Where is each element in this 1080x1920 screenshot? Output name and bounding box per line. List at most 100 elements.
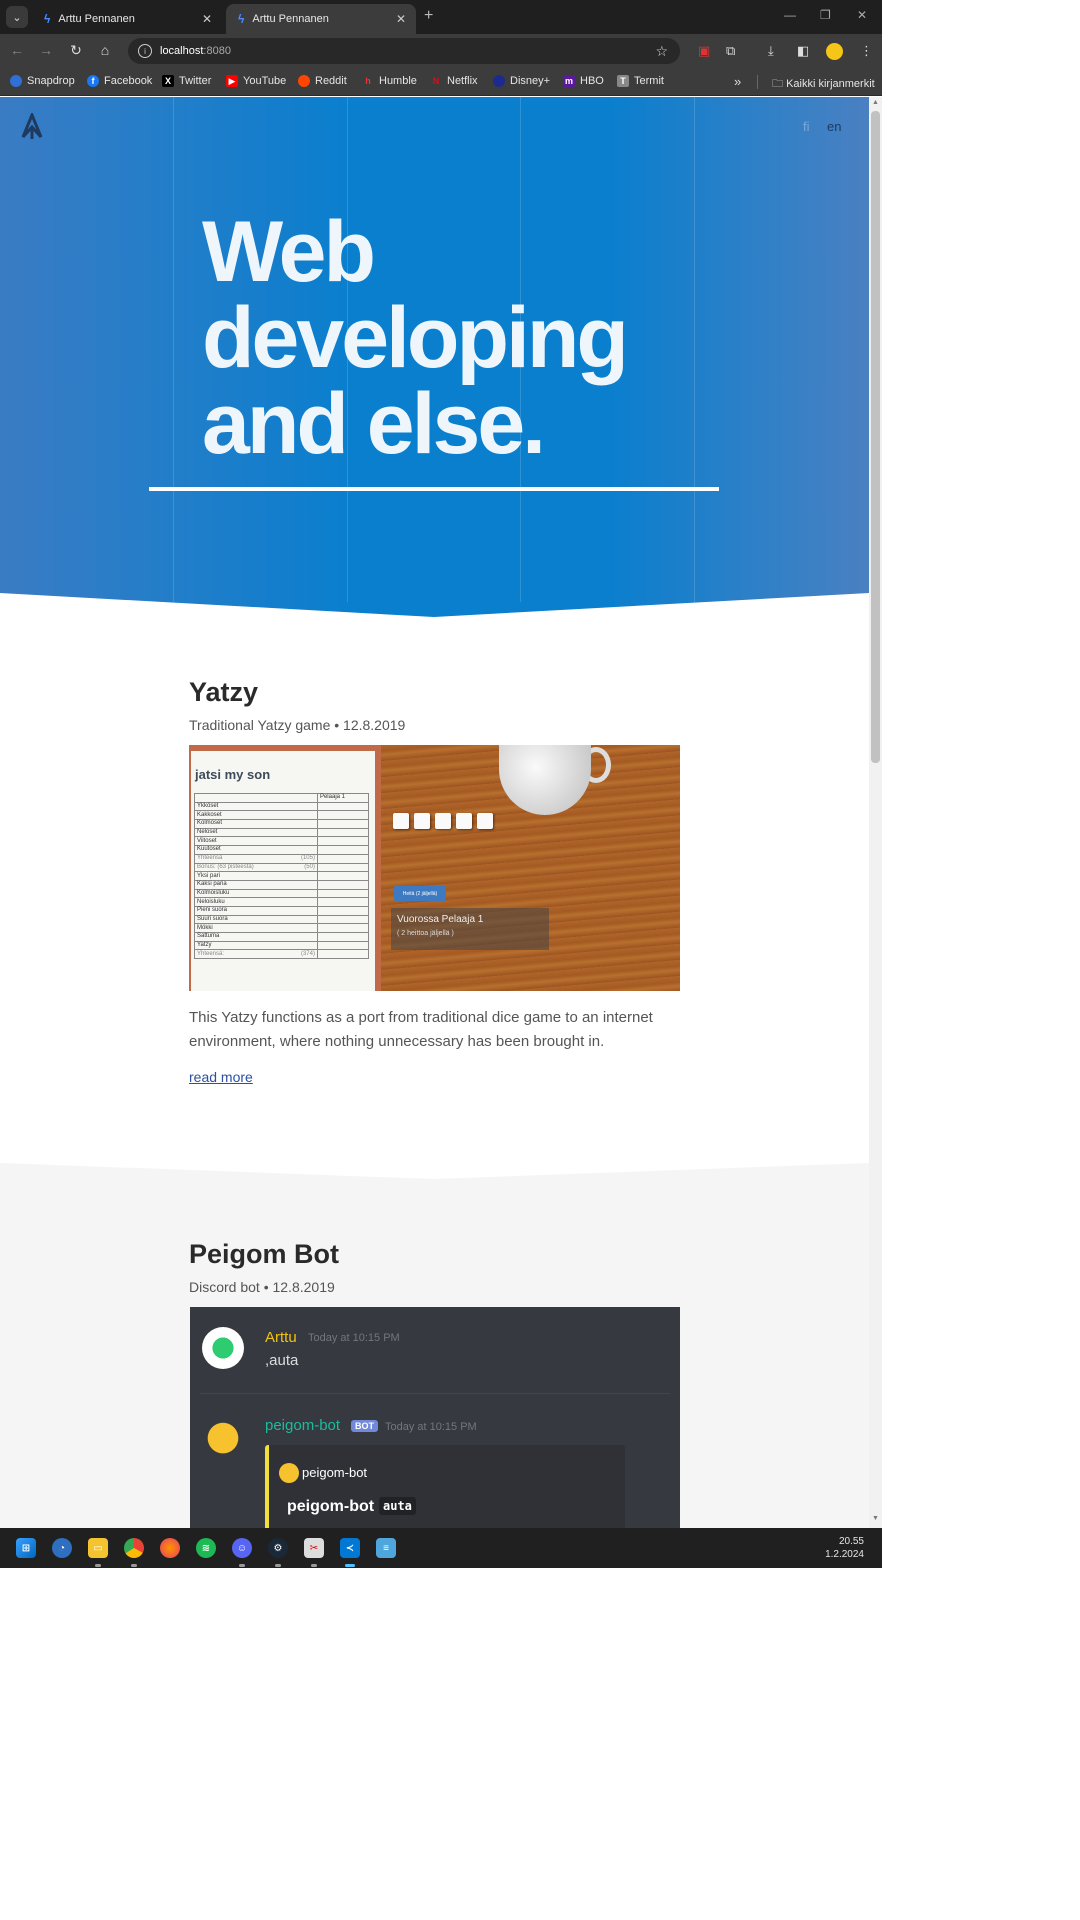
die[interactable] (456, 813, 472, 829)
bookmark-termit[interactable]: T Termit (617, 75, 664, 87)
download-icon[interactable]: ⤓ (768, 43, 774, 59)
close-tab-icon[interactable]: ✕ (396, 12, 406, 26)
score-row-label: Ykköset (194, 801, 318, 812)
file-explorer-icon[interactable]: ▭ (88, 1538, 108, 1558)
outlook-icon[interactable]: ◔ (52, 1538, 72, 1558)
score-row-label: Kuutoset (194, 845, 318, 855)
score-cell[interactable] (316, 888, 370, 899)
score-row-label: Pieni suora (194, 905, 318, 916)
bookmark-youtube[interactable]: ▶ YouTube (226, 75, 286, 87)
system-clock[interactable]: 20.55 1.2.2024 (825, 1535, 864, 1561)
browser-tab-1[interactable]: ϟ Arttu Pennanen ✕ (32, 4, 222, 34)
score-row-label: Yatzy (194, 940, 318, 951)
site-info-icon[interactable]: i (138, 44, 152, 58)
score-cell[interactable] (316, 940, 370, 951)
page-scrollbar[interactable]: ▲ ▼ (869, 97, 882, 1528)
discord-screenshot[interactable]: Arttu Today at 10:15 PM ,auta peigom-bot… (190, 1307, 680, 1528)
bookmark-disney[interactable]: Disney+ (493, 75, 550, 87)
scroll-down-icon[interactable]: ▼ (872, 1515, 879, 1522)
address-bar[interactable]: i localhost:8080 ☆ (128, 38, 680, 64)
menu-icon[interactable]: ⋮ (860, 43, 873, 59)
browser-tab-2[interactable]: ϟ Arttu Pennanen ✕ (226, 4, 416, 34)
bookmark-reddit[interactable]: Reddit (298, 75, 347, 87)
profile-avatar[interactable] (826, 43, 843, 60)
notepad-icon[interactable]: ≡ (376, 1538, 396, 1558)
score-row: Ykköset (194, 801, 370, 812)
score-cell[interactable] (316, 819, 370, 829)
read-more-link[interactable]: read more (189, 1069, 253, 1085)
scroll-up-icon[interactable]: ▲ (872, 99, 879, 106)
score-cell[interactable] (316, 897, 370, 907)
extensions-icon[interactable]: ⧉ (726, 43, 735, 59)
score-cell[interactable] (316, 836, 370, 847)
score-row: Bonus: (63 pisteestä) (50) (194, 862, 370, 873)
back-icon[interactable]: ← (8, 42, 26, 58)
bookmark-netflix[interactable]: N Netflix (430, 75, 478, 87)
score-cell[interactable] (316, 827, 370, 838)
url-port: :8080 (203, 45, 231, 57)
score-cell[interactable] (316, 871, 370, 881)
extension-badge-icon[interactable]: ▣ (698, 43, 710, 59)
bookmark-twitter[interactable]: X Twitter (162, 75, 211, 87)
clock-date: 1.2.2024 (825, 1549, 864, 1560)
new-tab-button[interactable]: + (424, 7, 433, 25)
reload-icon[interactable]: ↻ (67, 42, 85, 59)
score-cell[interactable] (316, 853, 370, 864)
firefox-icon[interactable] (160, 1538, 180, 1558)
app-active-indicator (345, 1564, 355, 1567)
tab-title: Arttu Pennanen (252, 13, 329, 25)
throw-button[interactable]: Heitä (2 jäljellä) (394, 886, 446, 901)
score-header-player: Pelaaja 1 (316, 793, 370, 803)
side-panel-icon[interactable]: ◧ (797, 43, 809, 59)
arttu-avatar (202, 1327, 244, 1369)
die[interactable] (414, 813, 430, 829)
chrome-icon[interactable] (124, 1538, 144, 1558)
bot-embed: peigom-bot peigom-bot auta (265, 1445, 625, 1528)
bookmark-hbo[interactable]: m HBO (563, 75, 604, 87)
score-row: Suuri suora (194, 914, 370, 925)
arttu-username: Arttu (265, 1329, 297, 1346)
score-cell[interactable] (316, 923, 370, 933)
bookmark-facebook[interactable]: f Facebook (87, 75, 152, 87)
score-cell[interactable] (316, 862, 370, 873)
bookmark-star-icon[interactable]: ☆ (655, 43, 668, 60)
more-bookmarks-icon[interactable]: » (734, 74, 741, 89)
steam-icon[interactable]: ⚙ (268, 1538, 288, 1558)
yatzy-screenshot[interactable]: jatsi my son Pelaaja 1 Ykköset Kakkoset Ko… (189, 745, 680, 991)
discord-icon[interactable]: ☺ (232, 1538, 252, 1558)
reddit-icon (298, 75, 310, 87)
die[interactable] (477, 813, 493, 829)
facebook-icon: f (87, 75, 99, 87)
score-cell[interactable] (316, 801, 370, 812)
score-cell[interactable] (316, 949, 370, 960)
bookmark-label: Disney+ (510, 75, 551, 87)
all-bookmarks-folder[interactable]: 🗀 Kaikki kirjanmerkit (772, 75, 875, 94)
window-close-icon[interactable]: ✕ (857, 8, 867, 22)
bookmark-humble[interactable]: h Humble (362, 75, 417, 87)
restore-icon[interactable]: ❐ (820, 8, 831, 22)
start-icon[interactable]: ⊞ (16, 1538, 36, 1558)
die[interactable] (393, 813, 409, 829)
vscode-icon[interactable]: ≺ (340, 1538, 360, 1558)
scroll-thumb[interactable] (871, 111, 880, 763)
snipping-tool-icon[interactable]: ✂ (304, 1538, 324, 1558)
score-cell[interactable] (316, 845, 370, 855)
score-cell[interactable] (316, 879, 370, 890)
spotify-icon[interactable]: ≋ (196, 1538, 216, 1558)
score-cell[interactable] (316, 914, 370, 925)
bookmark-snapdrop[interactable]: Snapdrop (10, 75, 75, 87)
embed-author: peigom-bot (302, 1465, 368, 1480)
close-tab-icon[interactable]: ✕ (202, 12, 212, 26)
home-icon[interactable]: ⌂ (96, 42, 114, 58)
score-cell[interactable] (316, 810, 370, 821)
minimize-icon[interactable]: — (784, 8, 796, 22)
score-row: Kolmoset (194, 819, 370, 829)
score-row-max: (105) (300, 855, 315, 862)
tab-search-button[interactable]: ⌄ (6, 6, 28, 28)
score-cell[interactable] (316, 905, 370, 916)
forward-icon[interactable]: → (37, 42, 55, 58)
message-timestamp: Today at 10:15 PM (308, 1332, 400, 1344)
die[interactable] (435, 813, 451, 829)
score-cell[interactable] (316, 932, 370, 942)
bookmark-label: Netflix (447, 75, 478, 87)
